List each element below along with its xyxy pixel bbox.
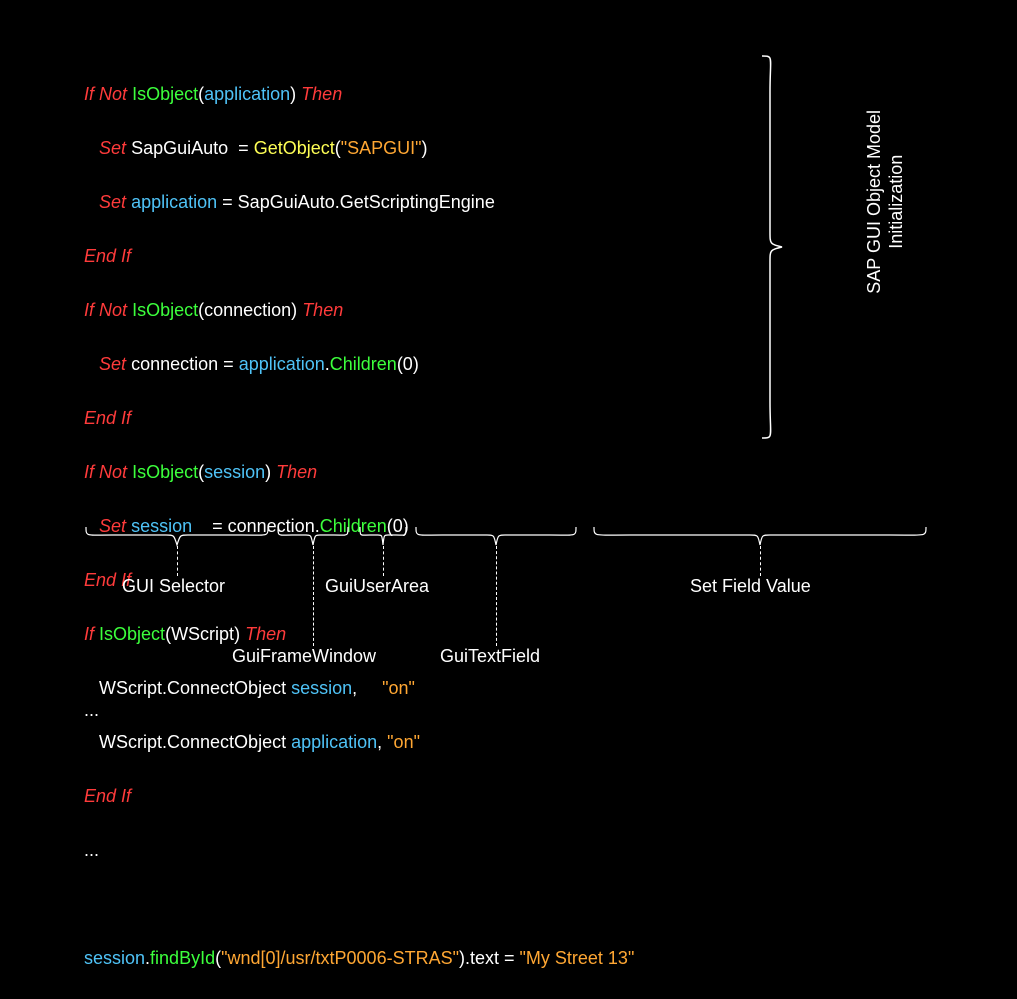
id-sapguiauto: SapGuiAuto (131, 138, 228, 158)
id-session: session (204, 462, 265, 482)
kw-set: Set (99, 192, 126, 212)
brace-right-icon (758, 52, 788, 442)
code-line-1: If Not IsObject(application) Then (84, 81, 634, 108)
label-gui-framewindow: GuiFrameWindow (232, 646, 376, 667)
dotted-line (177, 546, 178, 576)
fn-children: Children (330, 354, 397, 374)
dotted-line (383, 546, 384, 576)
id-application: application (131, 192, 217, 212)
dotted-line (760, 546, 761, 576)
id-application: application (204, 84, 290, 104)
label-gui-userarea: GuiUserArea (325, 576, 429, 597)
label-sap-gui-init: SAP GUI Object Model Initialization (863, 110, 907, 294)
code-line-14: End If (84, 783, 634, 810)
code-line-6: Set connection = application.Children(0) (84, 351, 634, 378)
code-line-8: If Not IsObject(session) Then (84, 459, 634, 486)
kw-not: Not (99, 84, 127, 104)
kw-if: If (84, 84, 94, 104)
str-sapgui: "SAPGUI" (341, 138, 422, 158)
id-application: application (239, 354, 325, 374)
code-line-4: End If (84, 243, 634, 270)
str-selector-path: "wnd[0]/usr/txtP0006-STRAS" (221, 948, 459, 968)
dotted-line (313, 546, 314, 646)
code-line-2: Set SapGuiAuto = GetObject("SAPGUI") (84, 135, 634, 162)
label-gui-textfield: GuiTextField (440, 646, 540, 667)
kw-if: If (121, 246, 131, 266)
id-connection: connection (204, 300, 291, 320)
ellipsis-2: ... (84, 700, 99, 721)
code-line-13: WScript.ConnectObject application, "on" (84, 729, 634, 756)
code-line-11: If IsObject(WScript) Then (84, 621, 634, 648)
rhs-scriptingengine: SapGuiAuto.GetScriptingEngine (238, 192, 495, 212)
fn-findbyid: findById (150, 948, 215, 968)
fn-isobject: IsObject (132, 84, 198, 104)
kw-then: Then (301, 84, 342, 104)
code-line-7: End If (84, 405, 634, 432)
str-value: "My Street 13" (520, 948, 635, 968)
id-wscript: WScript (171, 624, 234, 644)
kw-set: Set (99, 138, 126, 158)
label-set-field-value: Set Field Value (690, 576, 811, 597)
kw-end: End (84, 246, 116, 266)
label-gui-selector: GUI Selector (122, 576, 225, 597)
fn-getobject: GetObject (254, 138, 335, 158)
ellipsis-1: ... (84, 837, 634, 864)
code-line-12: WScript.ConnectObject session, "on" (84, 675, 634, 702)
dotted-line (496, 546, 497, 646)
code-line-3: Set application = SapGuiAuto.GetScriptin… (84, 189, 634, 216)
code-line-17: session.findById("wnd[0]/usr/txtP0006-ST… (84, 945, 634, 972)
code-line-5: If Not IsObject(connection) Then (84, 297, 634, 324)
